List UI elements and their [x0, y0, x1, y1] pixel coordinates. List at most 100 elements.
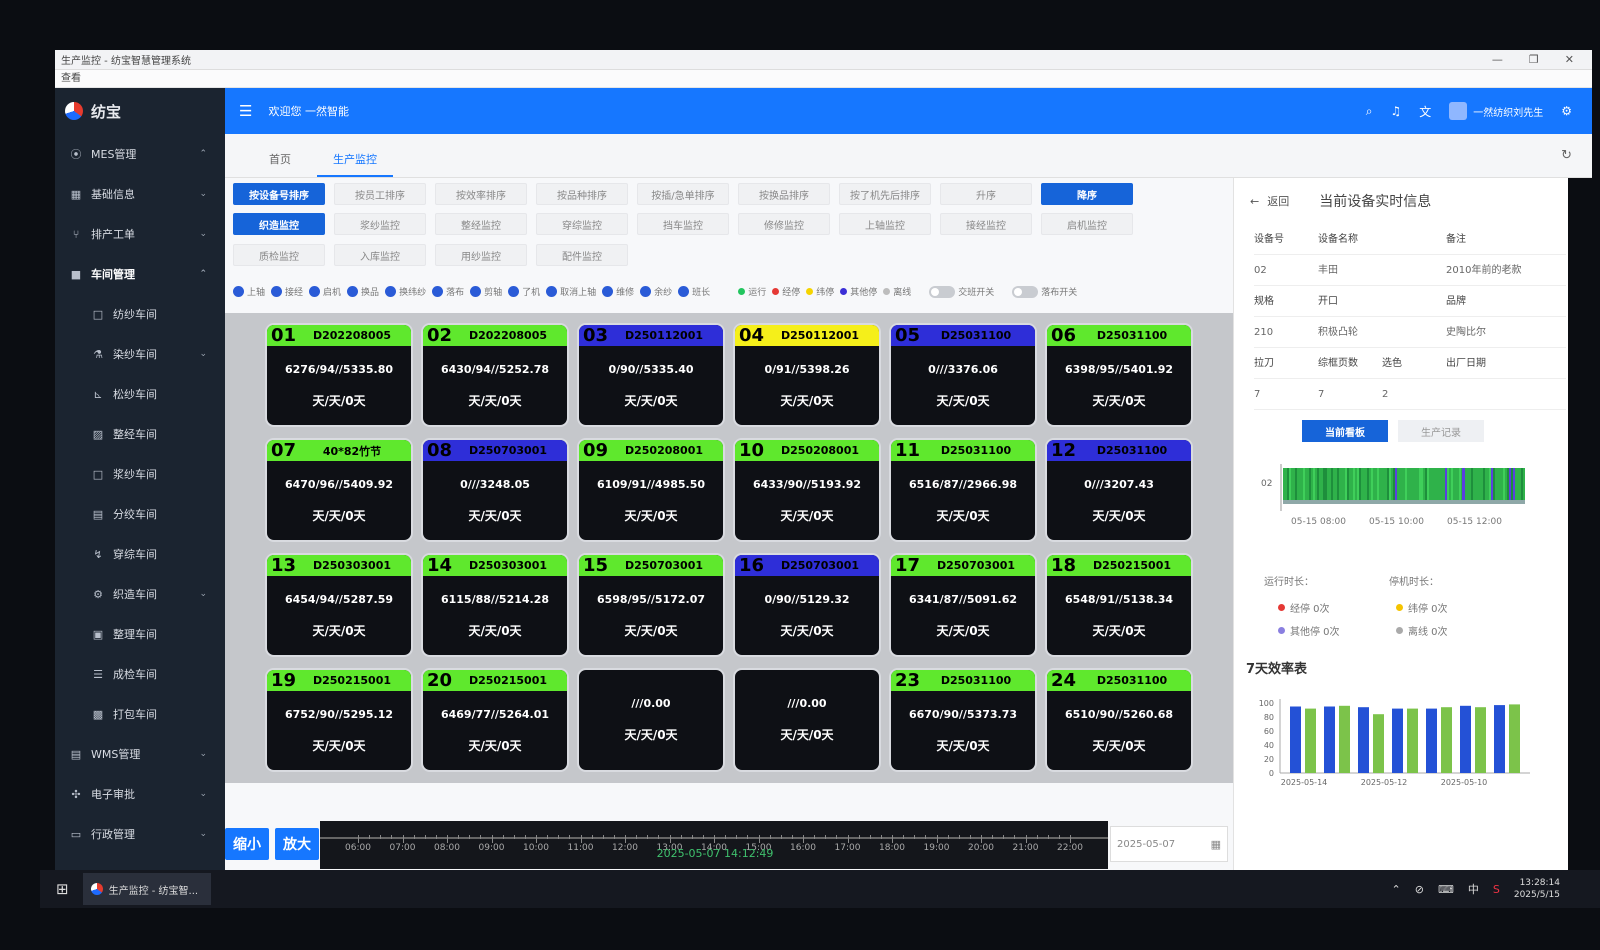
- sort-button-5[interactable]: 按换品排序: [738, 183, 830, 205]
- sidebar-item-4[interactable]: □ 纺纱车间: [55, 294, 225, 334]
- monitor-button-5[interactable]: 修修监控: [738, 213, 830, 235]
- sidebar-item-9[interactable]: ▤ 分绞车间: [55, 494, 225, 534]
- machine-card[interactable]: 08 D250703001 0///3248.05 天/天/0天: [421, 438, 569, 542]
- sidebar-item-13[interactable]: ☰ 成检车间: [55, 654, 225, 694]
- machine-card[interactable]: 12 D25031100 0///3207.43 天/天/0天: [1045, 438, 1193, 542]
- sidebar-item-17[interactable]: ▭ 行政管理 ⌄: [55, 814, 225, 854]
- settings-icon[interactable]: ⚙: [1561, 104, 1572, 118]
- sidebar-item-10[interactable]: ↯ 穿综车间: [55, 534, 225, 574]
- machine-card[interactable]: ///0.00 天/天/0天: [577, 668, 725, 772]
- current-board-button[interactable]: 当前看板: [1302, 420, 1388, 442]
- machine-card[interactable]: 14 D250303001 6115/88//5214.28 天/天/0天: [421, 553, 569, 657]
- tab-0[interactable]: 首页: [253, 151, 307, 177]
- extra-monitor-button-3[interactable]: 配件监控: [536, 244, 628, 266]
- toggle-0[interactable]: 交班开关: [929, 285, 994, 298]
- machine-card[interactable]: 09 D250208001 6109/91//4985.50 天/天/0天: [577, 438, 725, 542]
- time-ruler[interactable]: 06:00 07:00 08:00 09:00 10:00 11:00 12:00 13:00…: [320, 821, 1108, 869]
- monitor-button-3[interactable]: 穿综监控: [536, 213, 628, 235]
- sidebar-item-1[interactable]: ▦ 基础信息 ⌄: [55, 174, 225, 214]
- extra-monitor-button-2[interactable]: 用纱监控: [435, 244, 527, 266]
- machine-card[interactable]: 11 D25031100 6516/87//2966.98 天/天/0天: [889, 438, 1037, 542]
- sidebar-item-8[interactable]: □ 浆纱车间: [55, 454, 225, 494]
- translate-icon[interactable]: 文: [1419, 103, 1431, 120]
- zoom-in-button[interactable]: 放大: [275, 828, 319, 860]
- keyboard-icon[interactable]: ⌨: [1438, 883, 1454, 896]
- machine-card[interactable]: 24 D25031100 6510/90//5260.68 天/天/0天: [1045, 668, 1193, 772]
- zoom-out-button[interactable]: 缩小: [225, 828, 269, 860]
- machine-card[interactable]: ///0.00 天/天/0天: [733, 668, 881, 772]
- extra-monitor-button-1[interactable]: 入库监控: [334, 244, 426, 266]
- production-records-button[interactable]: 生产记录: [1398, 420, 1484, 442]
- start-icon[interactable]: ⊞: [56, 880, 69, 898]
- sort-button-3[interactable]: 按品种排序: [536, 183, 628, 205]
- sort-button-1[interactable]: 按员工排序: [334, 183, 426, 205]
- machine-card[interactable]: 13 D250303001 6454/94//5287.59 天/天/0天: [265, 553, 413, 657]
- bell-icon[interactable]: ♫: [1390, 104, 1401, 118]
- machine-card[interactable]: 06 D25031100 6398/95//5401.92 天/天/0天: [1045, 323, 1193, 427]
- machine-card[interactable]: 15 D250703001 6598/95//5172.07 天/天/0天: [577, 553, 725, 657]
- sidebar-item-11[interactable]: ⚙ 织造车间 ⌄: [55, 574, 225, 614]
- minimize-icon[interactable]: —: [1492, 53, 1503, 66]
- clock[interactable]: 13:28:14 2025/5/15: [1514, 877, 1560, 901]
- sort-button-4[interactable]: 按插/急单排序: [637, 183, 729, 205]
- machine-card[interactable]: 19 D250215001 6752/90//5295.12 天/天/0天: [265, 668, 413, 772]
- maximize-icon[interactable]: ❐: [1529, 53, 1539, 66]
- sidebar-item-0[interactable]: ⦿ MES管理 ⌃: [55, 134, 225, 174]
- machine-card[interactable]: 01 D202208005 6276/94//5335.80 天/天/0天: [265, 323, 413, 427]
- monitor-button-6[interactable]: 上轴监控: [839, 213, 931, 235]
- machine-card[interactable]: 18 D250215001 6548/91//5138.34 天/天/0天: [1045, 553, 1193, 657]
- network-icon[interactable]: ⊘: [1415, 883, 1424, 896]
- sort-button-7[interactable]: 升序: [940, 183, 1032, 205]
- menu-view[interactable]: 查看: [61, 73, 81, 84]
- toggle-switch[interactable]: [929, 285, 956, 298]
- sort-button-6[interactable]: 按了机先后排序: [839, 183, 931, 205]
- sidebar-item-12[interactable]: ▣ 整理车间: [55, 614, 225, 654]
- extra-monitor-button-0[interactable]: 质检监控: [233, 244, 325, 266]
- monitor-button-4[interactable]: 挡车监控: [637, 213, 729, 235]
- back-link[interactable]: 返回: [1267, 193, 1289, 209]
- tray-expand-icon[interactable]: ⌃: [1392, 883, 1401, 896]
- toggle-1[interactable]: 落布开关: [1012, 285, 1077, 298]
- machine-card[interactable]: 02 D202208005 6430/94//5252.78 天/天/0天: [421, 323, 569, 427]
- sidebar-item-16[interactable]: ✣ 电子审批 ⌄: [55, 774, 225, 814]
- sidebar-item-6[interactable]: ⊾ 松纱车间: [55, 374, 225, 414]
- sidebar-item-14[interactable]: ▩ 打包车间: [55, 694, 225, 734]
- machine-card[interactable]: 16 D250703001 0/90//5129.32 天/天/0天: [733, 553, 881, 657]
- machine-card[interactable]: 20 D250215001 6469/77//5264.01 天/天/0天: [421, 668, 569, 772]
- machine-card[interactable]: 10 D250208001 6433/90//5193.92 天/天/0天: [733, 438, 881, 542]
- back-arrow-icon[interactable]: ←: [1250, 195, 1259, 208]
- calendar-icon[interactable]: ▦: [1211, 838, 1221, 851]
- ime-indicator[interactable]: 中: [1468, 881, 1479, 897]
- close-icon[interactable]: ✕: [1565, 53, 1574, 66]
- user-name[interactable]: 一然纺织刘先生: [1473, 104, 1543, 119]
- monitor-button-2[interactable]: 整经监控: [435, 213, 527, 235]
- machine-card[interactable]: 23 D25031100 6670/90//5373.73 天/天/0天: [889, 668, 1037, 772]
- sort-button-8[interactable]: 降序: [1041, 183, 1133, 205]
- sidebar-item-2[interactable]: ⑂ 排产工单 ⌄: [55, 214, 225, 254]
- machine-card[interactable]: 04 D250112001 0/91//5398.26 天/天/0天: [733, 323, 881, 427]
- menu-toggle-icon[interactable]: ☰: [239, 102, 252, 120]
- monitor-button-1[interactable]: 浆纱监控: [334, 213, 426, 235]
- date-picker[interactable]: 2025-05-07 ▦: [1110, 826, 1228, 862]
- sidebar-item-3[interactable]: ■ 车间管理 ⌃: [55, 254, 225, 294]
- monitor-button-8[interactable]: 启机监控: [1041, 213, 1133, 235]
- toggle-switch[interactable]: [1012, 285, 1039, 298]
- machine-card[interactable]: 05 D25031100 0///3376.06 天/天/0天: [889, 323, 1037, 427]
- machine-card[interactable]: 07 40*82竹节 6470/96//5409.92 天/天/0天: [265, 438, 413, 542]
- machine-card[interactable]: 17 D250703001 6341/87//5091.62 天/天/0天: [889, 553, 1037, 657]
- tab-1[interactable]: 生产监控: [317, 151, 393, 177]
- antivirus-icon[interactable]: S: [1493, 883, 1500, 896]
- sidebar-item-15[interactable]: ▤ WMS管理 ⌄: [55, 734, 225, 774]
- sidebar-item-7[interactable]: ▨ 整经车间: [55, 414, 225, 454]
- avatar[interactable]: [1449, 102, 1468, 120]
- sort-button-2[interactable]: 按效率排序: [435, 183, 527, 205]
- sidebar-item-5[interactable]: ⚗ 染纱车间 ⌄: [55, 334, 225, 374]
- monitor-button-0[interactable]: 织造监控: [233, 213, 325, 235]
- taskbar-app[interactable]: 生产监控 - 纺宝智...: [82, 873, 211, 905]
- sort-button-0[interactable]: 按设备号排序: [233, 183, 325, 205]
- monitor-button-7[interactable]: 接经监控: [940, 213, 1032, 235]
- time-minor-tick: [569, 835, 571, 839]
- machine-card[interactable]: 03 D250112001 0/90//5335.40 天/天/0天: [577, 323, 725, 427]
- search-icon[interactable]: ⌕: [1366, 104, 1373, 119]
- refresh-icon[interactable]: ↻: [1561, 148, 1572, 163]
